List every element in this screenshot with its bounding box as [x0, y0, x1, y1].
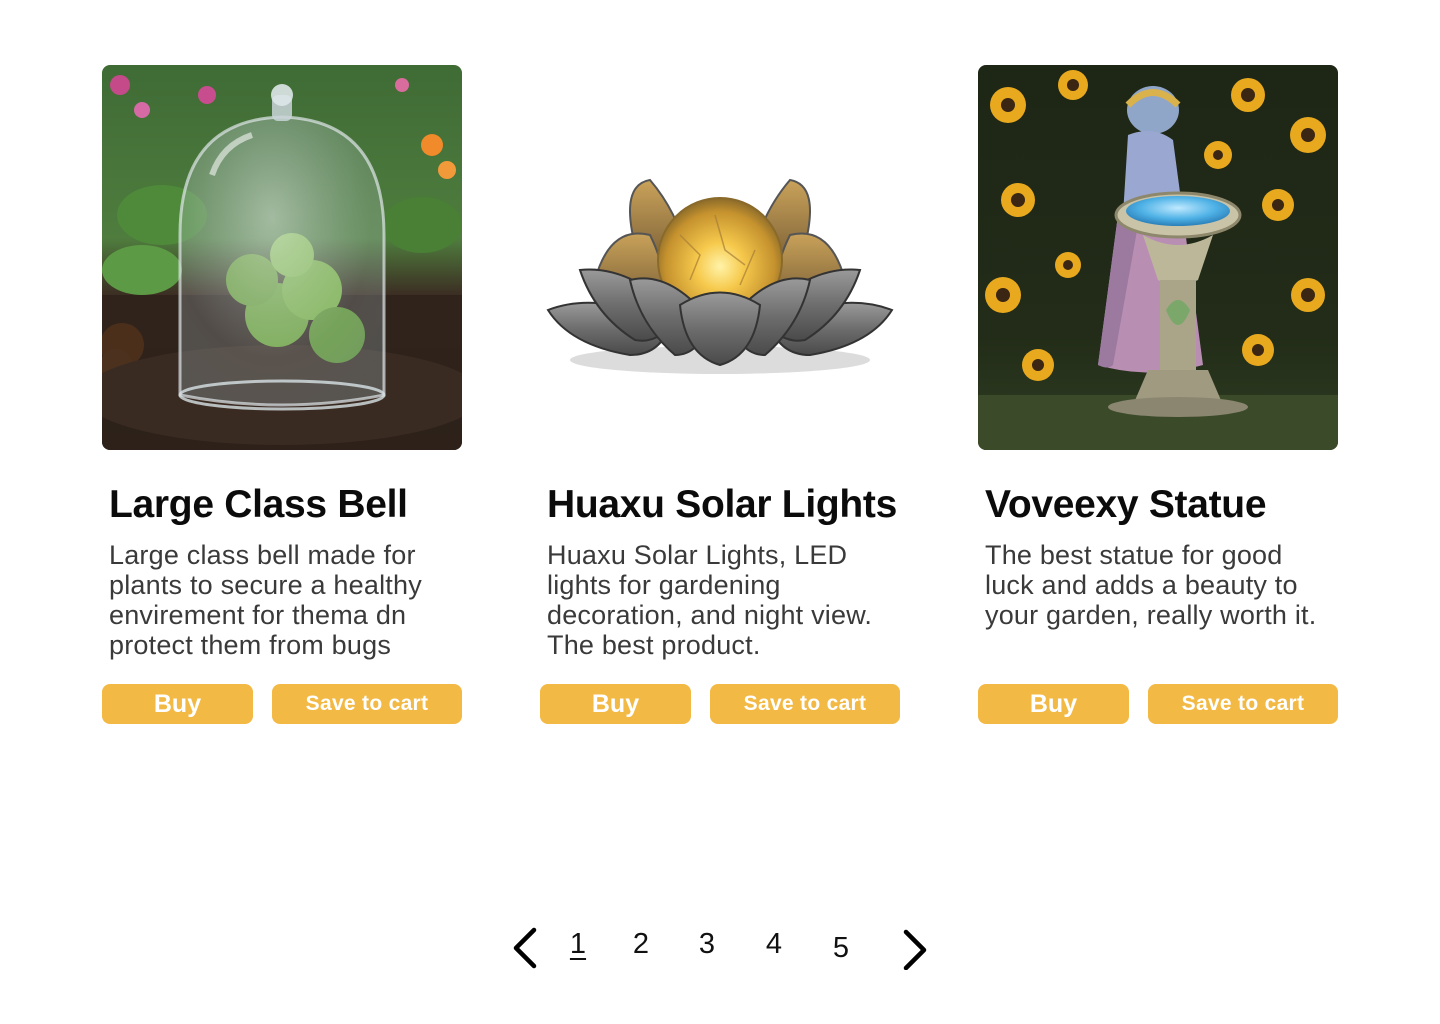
product-description: The best statue for good luck and adds a…: [985, 540, 1317, 630]
chevron-right-icon[interactable]: [896, 926, 932, 970]
save-to-cart-button[interactable]: Save to cart: [272, 684, 462, 724]
product-card: Large Class Bell Large class bell made f…: [102, 65, 464, 724]
buy-button[interactable]: Buy: [978, 684, 1129, 724]
chevron-left-icon[interactable]: [508, 926, 544, 970]
product-image-solar-lotus[interactable]: [540, 65, 900, 450]
save-to-cart-button[interactable]: Save to cart: [1148, 684, 1338, 724]
product-title: Large Class Bell: [109, 483, 408, 526]
product-description: Large class bell made for plants to secu…: [109, 540, 422, 660]
page-link-1[interactable]: 1: [563, 928, 593, 961]
page-link-4[interactable]: 4: [759, 928, 789, 961]
page-link-5[interactable]: 5: [826, 932, 856, 965]
product-image-cloche[interactable]: [102, 65, 462, 450]
product-image-statue[interactable]: [978, 65, 1338, 450]
product-title: Huaxu Solar Lights: [547, 483, 897, 526]
page-link-2[interactable]: 2: [626, 928, 656, 961]
save-to-cart-button[interactable]: Save to cart: [710, 684, 900, 724]
page-link-3[interactable]: 3: [692, 928, 722, 961]
product-page: Large Class Bell Large class bell made f…: [0, 0, 1440, 1024]
pagination: 1 2 3 4 5: [508, 920, 938, 976]
product-card: Voveexy Statue The best statue for good …: [978, 65, 1340, 724]
buy-button[interactable]: Buy: [540, 684, 691, 724]
product-title: Voveexy Statue: [985, 483, 1267, 526]
buy-button[interactable]: Buy: [102, 684, 253, 724]
product-description: Huaxu Solar Lights, LED lights for garde…: [547, 540, 873, 660]
product-card: Huaxu Solar Lights Huaxu Solar Lights, L…: [540, 65, 902, 724]
